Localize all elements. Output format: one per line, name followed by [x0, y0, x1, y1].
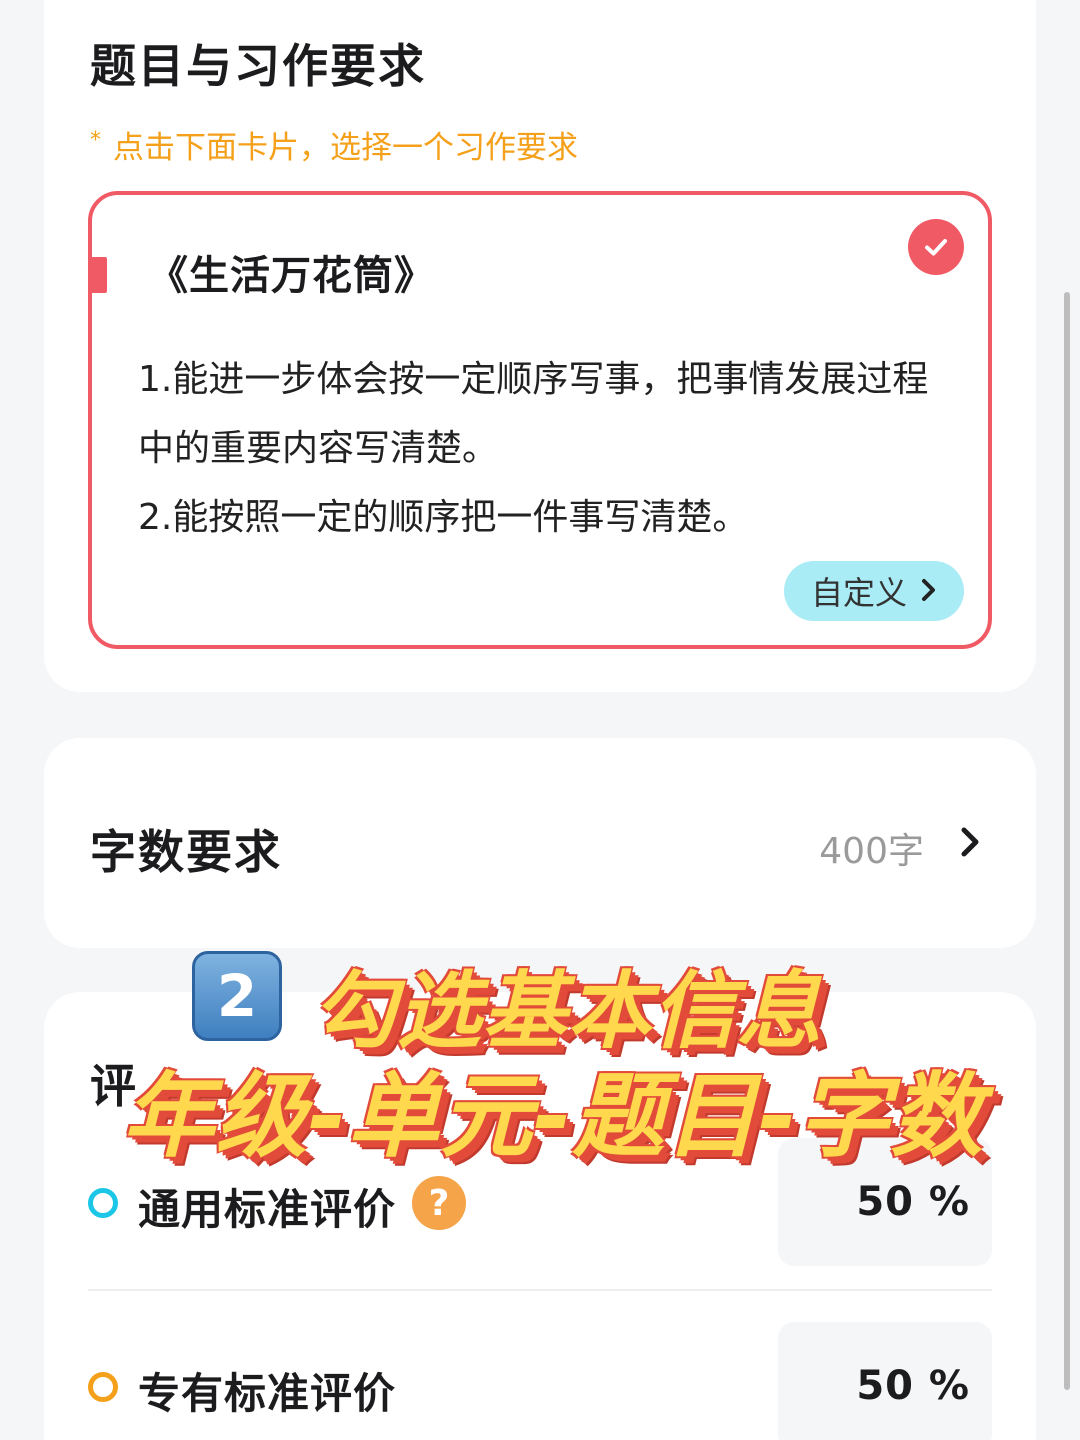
circle-icon — [88, 1188, 118, 1218]
hint-star: * — [90, 128, 101, 153]
selection-hint: * 点击下面卡片，选择一个习作要求 — [90, 122, 578, 167]
specific-eval-label: 专有标准评价 — [138, 1369, 397, 1418]
circle-icon — [88, 1372, 118, 1402]
chevron-right-icon[interactable] — [960, 826, 980, 862]
requirement-card[interactable]: 《生活万花筒》 1.能进一步体会按一定顺序写事，把事情发展过程中的重要内容写清楚… — [88, 191, 992, 649]
overlay-caption-line-2: 年级-单元-题目-字数 — [122, 1063, 984, 1170]
custom-button-label: 自定义 — [810, 574, 907, 612]
general-eval-label: 通用标准评价 — [138, 1185, 397, 1234]
chevron-right-icon — [921, 572, 937, 610]
divider — [88, 1289, 992, 1291]
requirement-line-2: 2.能按照一定的顺序把一件事写清楚。 — [138, 497, 749, 538]
specific-eval-percent[interactable]: 50 % — [778, 1322, 992, 1440]
custom-button[interactable]: 自定义 — [784, 561, 964, 621]
step-number-badge: 2 — [192, 951, 282, 1041]
title-marker — [90, 257, 107, 293]
requirement-body: 1.能进一步体会按一定顺序写事，把事情发展过程中的重要内容写清楚。 2.能按照一… — [138, 345, 958, 552]
help-icon[interactable]: ? — [412, 1176, 466, 1230]
section-title: 题目与习作要求 — [90, 39, 426, 93]
check-icon[interactable] — [908, 219, 964, 275]
word-count-label: 字数要求 — [90, 825, 282, 879]
requirement-title: 《生活万花筒》 — [148, 253, 435, 299]
requirement-line-1: 1.能进一步体会按一定顺序写事，把事情发展过程中的重要内容写清楚。 — [138, 359, 929, 469]
page: 题目与习作要求 * 点击下面卡片，选择一个习作要求 《生活万花筒》 1.能进一步体… — [0, 0, 1080, 1440]
hint-text: 点击下面卡片，选择一个习作要求 — [113, 130, 578, 166]
scrollbar[interactable] — [1064, 292, 1070, 1390]
word-count-value: 400字 — [819, 831, 924, 872]
